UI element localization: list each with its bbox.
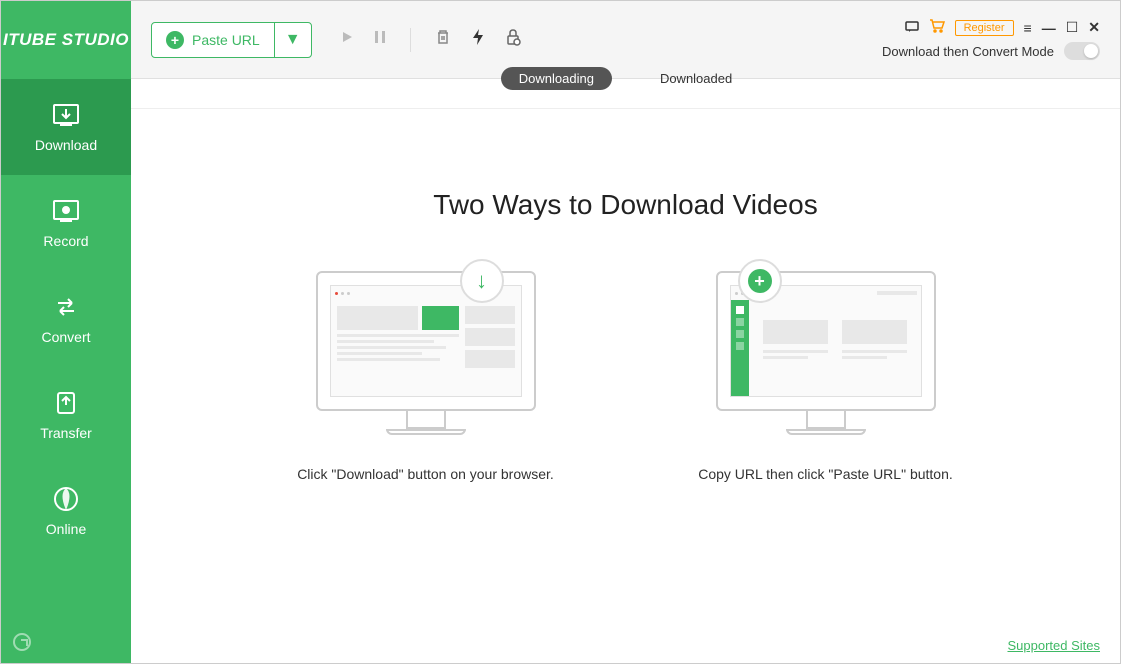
minimize-icon[interactable]: — bbox=[1042, 20, 1056, 36]
tabs: Downloading Downloaded bbox=[131, 79, 1120, 109]
flash-icon[interactable] bbox=[471, 28, 485, 51]
app-logo: ITUBE STUDIO bbox=[1, 1, 131, 79]
close-icon[interactable]: ✕ bbox=[1088, 19, 1100, 36]
online-icon bbox=[50, 485, 82, 513]
sidebar-item-label: Convert bbox=[41, 329, 90, 345]
convert-icon bbox=[50, 293, 82, 321]
sidebar-item-download[interactable]: Download bbox=[1, 79, 131, 175]
paste-url-label: Paste URL bbox=[192, 32, 260, 48]
sidebar-item-label: Download bbox=[35, 137, 97, 153]
plus-badge-icon: + bbox=[738, 259, 782, 303]
clock-icon bbox=[13, 633, 31, 651]
mode-label: Download then Convert Mode bbox=[882, 44, 1054, 59]
sidebar-item-convert[interactable]: Convert bbox=[1, 271, 131, 367]
sidebar-item-transfer[interactable]: Transfer bbox=[1, 367, 131, 463]
download-icon bbox=[50, 101, 82, 129]
tab-downloading[interactable]: Downloading bbox=[501, 67, 612, 90]
sidebar-item-record[interactable]: Record bbox=[1, 175, 131, 271]
sidebar-item-online[interactable]: Online bbox=[1, 463, 131, 559]
feedback-icon[interactable] bbox=[905, 20, 919, 36]
mode-toggle[interactable] bbox=[1064, 42, 1100, 60]
lock-icon[interactable] bbox=[505, 28, 521, 51]
way2-description: Copy URL then click "Paste URL" button. bbox=[698, 465, 953, 485]
sidebar-item-label: Transfer bbox=[40, 425, 92, 441]
separator bbox=[410, 28, 411, 52]
paste-url-button[interactable]: + Paste URL ▼ bbox=[151, 22, 312, 58]
register-button[interactable]: Register bbox=[955, 20, 1014, 36]
paste-url-dropdown[interactable]: ▼ bbox=[275, 23, 311, 57]
sidebar: ITUBE STUDIO Download Record Convert Tra… bbox=[1, 1, 131, 663]
tab-downloaded[interactable]: Downloaded bbox=[642, 67, 750, 90]
menu-icon[interactable]: ≡ bbox=[1024, 20, 1032, 36]
sidebar-history[interactable] bbox=[1, 621, 131, 663]
way-paste-url: + bbox=[686, 271, 966, 485]
record-icon bbox=[50, 197, 82, 225]
content-title: Two Ways to Download Videos bbox=[433, 189, 817, 221]
play-icon[interactable] bbox=[340, 30, 354, 49]
main: + Paste URL ▼ Register ≡ — bbox=[131, 1, 1120, 663]
sidebar-item-label: Record bbox=[43, 233, 88, 249]
supported-sites-link[interactable]: Supported Sites bbox=[1007, 638, 1100, 653]
sidebar-item-label: Online bbox=[46, 521, 86, 537]
cart-icon[interactable] bbox=[929, 19, 945, 36]
content: Two Ways to Download Videos ↓ bbox=[131, 109, 1120, 663]
topbar: + Paste URL ▼ Register ≡ — bbox=[131, 1, 1120, 79]
pause-icon[interactable] bbox=[374, 30, 386, 49]
way1-description: Click "Download" button on your browser. bbox=[297, 465, 554, 485]
way-browser: ↓ bbox=[286, 271, 566, 485]
plus-icon: + bbox=[166, 31, 184, 49]
maximize-icon[interactable]: ☐ bbox=[1066, 19, 1079, 36]
transfer-icon bbox=[50, 389, 82, 417]
download-badge-icon: ↓ bbox=[460, 259, 504, 303]
trash-icon[interactable] bbox=[435, 29, 451, 50]
